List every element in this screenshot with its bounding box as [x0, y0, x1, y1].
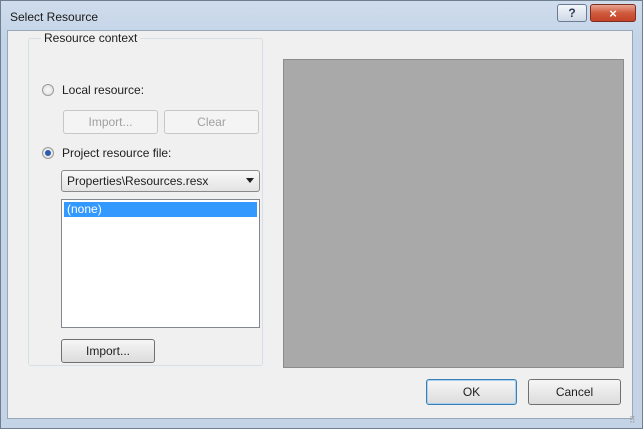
resource-preview-pane — [283, 59, 624, 368]
cancel-button[interactable]: Cancel — [528, 379, 621, 405]
project-resource-file-value: Properties\Resources.resx — [67, 174, 209, 188]
resource-context-label: Resource context — [41, 31, 141, 45]
list-item[interactable]: (none) — [64, 202, 257, 217]
project-resource-label: Project resource file: — [62, 146, 172, 160]
project-resource-file-select[interactable]: Properties\Resources.resx — [61, 170, 260, 192]
project-resource-option[interactable]: Project resource file: — [42, 146, 171, 160]
local-import-label: Import... — [88, 115, 133, 129]
close-icon: × — [609, 5, 617, 21]
local-resource-label: Local resource: — [62, 83, 145, 97]
ok-label: OK — [462, 385, 481, 399]
local-resource-radio[interactable] — [42, 84, 54, 96]
help-button[interactable]: ? — [557, 4, 587, 22]
ok-button[interactable]: OK — [426, 379, 517, 405]
project-import-button[interactable]: Import... — [61, 339, 155, 363]
local-resource-option[interactable]: Local resource: — [42, 83, 144, 97]
resize-grip-icon[interactable]: ⠿ — [629, 415, 639, 425]
project-resource-radio[interactable] — [42, 147, 54, 159]
close-button[interactable]: × — [590, 4, 636, 22]
local-import-button[interactable]: Import... — [63, 110, 158, 134]
dialog-title: Select Resource — [10, 10, 99, 24]
resource-list[interactable]: (none) — [61, 199, 260, 328]
project-import-label: Import... — [85, 344, 130, 358]
help-icon: ? — [568, 6, 576, 20]
local-clear-button[interactable]: Clear — [164, 110, 259, 134]
title-bar[interactable]: Select Resource ? × — [1, 1, 642, 31]
chevron-down-icon — [246, 178, 254, 183]
local-clear-label: Clear — [197, 115, 226, 129]
cancel-label: Cancel — [555, 385, 594, 399]
